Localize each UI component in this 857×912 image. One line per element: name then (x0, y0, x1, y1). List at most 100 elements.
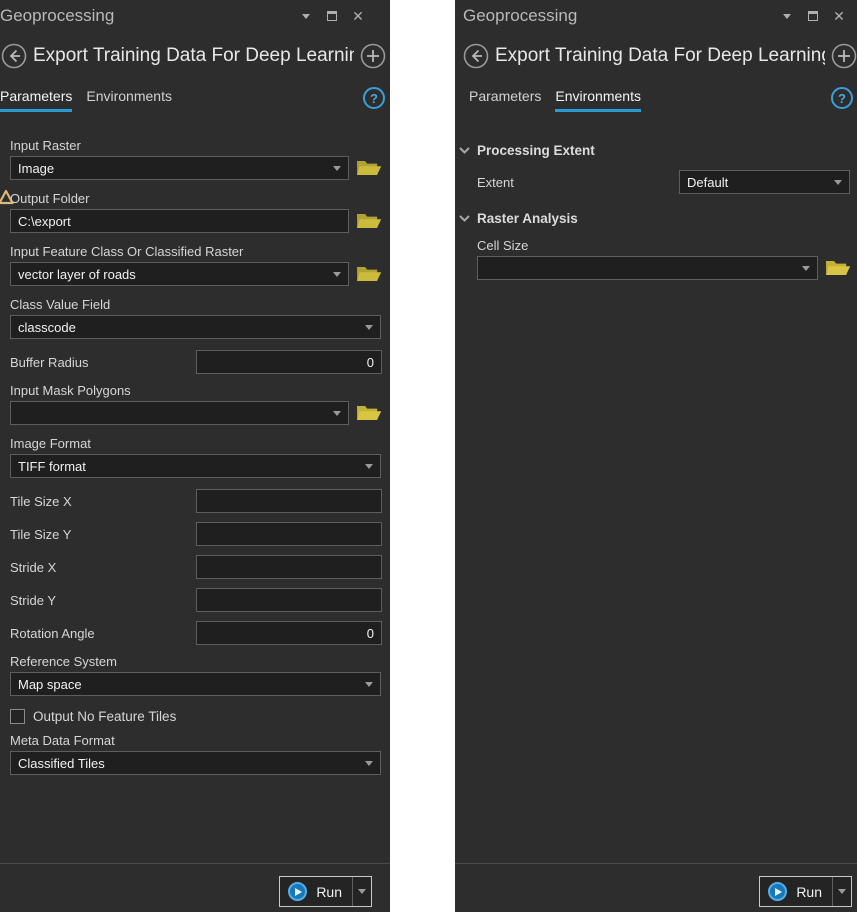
dropdown-arrow-icon (802, 266, 810, 271)
raster-analysis-section-header[interactable]: Raster Analysis (459, 211, 851, 226)
combo-value: Default (687, 175, 728, 190)
add-to-project-button[interactable] (831, 43, 857, 69)
buffer-radius-input[interactable] (196, 350, 382, 374)
tool-title: Export Training Data For Deep Learning (33, 45, 354, 67)
tile-size-x-input[interactable] (196, 489, 382, 513)
footer-divider: Run (0, 863, 390, 912)
parameters-form: Input Raster Image Ou (0, 112, 390, 775)
tile-size-y-field: Tile Size Y (10, 522, 382, 546)
panel-titlebar: Geoprocessing ✕ (455, 0, 857, 30)
combo-value: Image (18, 161, 54, 176)
stride-x-input[interactable] (196, 555, 382, 579)
back-button[interactable] (1, 43, 27, 69)
meta-data-format-combobox[interactable]: Classified Tiles (10, 751, 381, 775)
output-no-feature-tiles-field: Output No Feature Tiles (10, 707, 382, 725)
dropdown-arrow-icon (365, 464, 373, 469)
field-label: Image Format (10, 436, 382, 451)
plus-icon (831, 43, 857, 69)
field-label: Extent (477, 175, 679, 190)
run-button[interactable]: Run (759, 876, 852, 907)
panel-title: Geoprocessing (0, 6, 298, 26)
field-label: Reference System (10, 654, 382, 669)
buffer-radius-field: Buffer Radius (10, 350, 382, 374)
image-format-combobox[interactable]: TIFF format (10, 454, 381, 478)
input-feature-class-field: Input Feature Class Or Classified Raster… (10, 244, 382, 286)
class-value-combobox[interactable]: classcode (10, 315, 381, 339)
field-label: Tile Size X (10, 494, 196, 509)
combo-value: Classified Tiles (18, 756, 105, 771)
browse-button[interactable] (356, 158, 382, 178)
field-label: Input Mask Polygons (10, 383, 382, 398)
input-raster-field: Input Raster Image (10, 138, 382, 180)
rotation-angle-field: Rotation Angle (10, 621, 382, 645)
chevron-down-icon (459, 147, 470, 154)
float-pane-icon[interactable] (805, 8, 821, 24)
checkbox-label: Output No Feature Tiles (33, 709, 176, 724)
geoprocessing-panel-parameters: Geoprocessing ✕ Export Training Data For… (0, 0, 390, 912)
run-dropdown-arrow[interactable] (352, 877, 371, 906)
dropdown-arrow-icon (333, 411, 341, 416)
input-mask-polygons-combobox[interactable] (10, 401, 349, 425)
tile-size-x-field: Tile Size X (10, 489, 382, 513)
tile-size-y-input[interactable] (196, 522, 382, 546)
back-button[interactable] (463, 43, 489, 69)
close-icon[interactable]: ✕ (831, 8, 847, 24)
help-icon[interactable]: ? (831, 87, 853, 109)
dropdown-arrow-icon (365, 325, 373, 330)
rotation-angle-input[interactable] (196, 621, 382, 645)
tab-bar: Parameters Environments ? (455, 85, 857, 112)
tab-parameters[interactable]: Parameters (0, 88, 72, 112)
add-to-project-button[interactable] (360, 43, 386, 69)
help-icon[interactable]: ? (363, 87, 385, 109)
output-no-feature-tiles-checkbox[interactable] (10, 709, 25, 724)
close-icon[interactable]: ✕ (350, 8, 366, 24)
extent-combobox[interactable]: Default (679, 170, 850, 194)
tool-header: Export Training Data For Deep Learning (455, 41, 857, 71)
dropdown-arrow-icon (365, 682, 373, 687)
tab-environments[interactable]: Environments (86, 88, 172, 112)
footer-divider: Run (455, 863, 857, 912)
tab-environments[interactable]: Environments (555, 88, 641, 112)
browse-button[interactable] (356, 264, 382, 284)
field-label: Class Value Field (10, 297, 382, 312)
play-icon (288, 882, 307, 901)
input-raster-combobox[interactable]: Image (10, 156, 349, 180)
stride-y-field: Stride Y (10, 588, 382, 612)
output-folder-input[interactable] (10, 209, 349, 233)
run-dropdown-arrow[interactable] (832, 877, 851, 906)
collapse-pane-icon[interactable] (779, 8, 795, 24)
plus-icon (360, 43, 386, 69)
input-feature-class-combobox[interactable]: vector layer of roads (10, 262, 349, 286)
field-label: Input Raster (10, 138, 382, 153)
class-value-field: Class Value Field classcode (10, 297, 382, 339)
folder-icon (825, 258, 851, 278)
reference-system-combobox[interactable]: Map space (10, 672, 381, 696)
tool-header: Export Training Data For Deep Learning (0, 41, 390, 71)
stride-x-field: Stride X (10, 555, 382, 579)
field-label: Buffer Radius (10, 355, 196, 370)
field-label: Stride X (10, 560, 196, 575)
section-title: Processing Extent (477, 143, 595, 158)
image-format-field: Image Format TIFF format (10, 436, 382, 478)
play-icon (768, 882, 787, 901)
tab-parameters[interactable]: Parameters (469, 88, 541, 112)
float-pane-icon[interactable] (324, 8, 340, 24)
combo-value: TIFF format (18, 459, 86, 474)
cell-size-combobox[interactable] (477, 256, 818, 280)
stride-y-input[interactable] (196, 588, 382, 612)
reference-system-field: Reference System Map space (10, 654, 382, 696)
collapse-pane-icon[interactable] (298, 8, 314, 24)
warning-icon (0, 189, 14, 205)
run-button[interactable]: Run (279, 876, 372, 907)
browse-button[interactable] (356, 211, 382, 231)
field-label: Cell Size (477, 238, 851, 253)
dropdown-arrow-icon (333, 166, 341, 171)
dropdown-arrow-icon (365, 761, 373, 766)
meta-data-format-field: Meta Data Format Classified Tiles (10, 733, 382, 775)
browse-button[interactable] (825, 258, 851, 278)
combo-value: Map space (18, 677, 82, 692)
run-label: Run (316, 884, 342, 900)
browse-button[interactable] (356, 403, 382, 423)
processing-extent-section-header[interactable]: Processing Extent (459, 143, 851, 158)
panel-titlebar: Geoprocessing ✕ (0, 0, 390, 30)
